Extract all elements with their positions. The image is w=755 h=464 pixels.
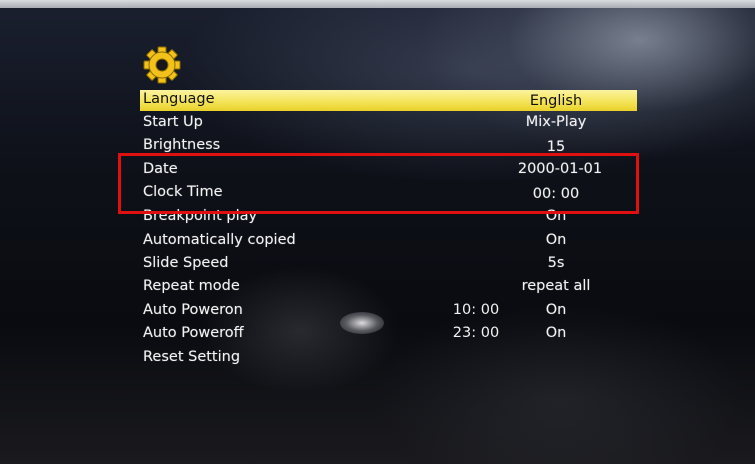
menu-item-label: Automatically copied <box>143 232 296 248</box>
menu-item-value: On <box>545 325 567 341</box>
menu-item-value: On <box>545 232 567 248</box>
menu-item-value: English <box>529 93 583 109</box>
menu-item-automatically-copied[interactable]: Automatically copied On <box>0 229 755 252</box>
menu-item-label: Language <box>143 91 215 107</box>
menu-item-value: Mix-Play <box>525 114 587 130</box>
menu-item-label: Slide Speed <box>143 255 229 271</box>
menu-item-value: 5s <box>547 255 565 271</box>
menu-item-slide-speed[interactable]: Slide Speed 5s <box>0 252 755 275</box>
menu-item-value: repeat all <box>521 278 591 294</box>
screen-glare <box>340 312 384 334</box>
menu-item-label: Reset Setting <box>143 349 241 365</box>
menu-item-label: Start Up <box>143 114 203 130</box>
menu-item-language[interactable]: Language English <box>0 88 755 111</box>
gear-icon <box>143 46 181 84</box>
menu-item-value: On <box>545 302 567 318</box>
device-screen: Language English Start Up Mix-Play Brigh… <box>0 0 755 464</box>
menu-item-label: Auto Poweron <box>143 302 243 318</box>
annotation-highlight-box <box>118 153 639 214</box>
menu-item-start-up[interactable]: Start Up Mix-Play <box>0 111 755 134</box>
menu-item-repeat-mode[interactable]: Repeat mode repeat all <box>0 275 755 298</box>
monitor-frame-edge <box>0 0 755 8</box>
menu-item-label: Repeat mode <box>143 278 240 294</box>
menu-item-label: Auto Poweroff <box>143 325 244 341</box>
menu-item-reset-setting[interactable]: Reset Setting <box>0 346 755 369</box>
